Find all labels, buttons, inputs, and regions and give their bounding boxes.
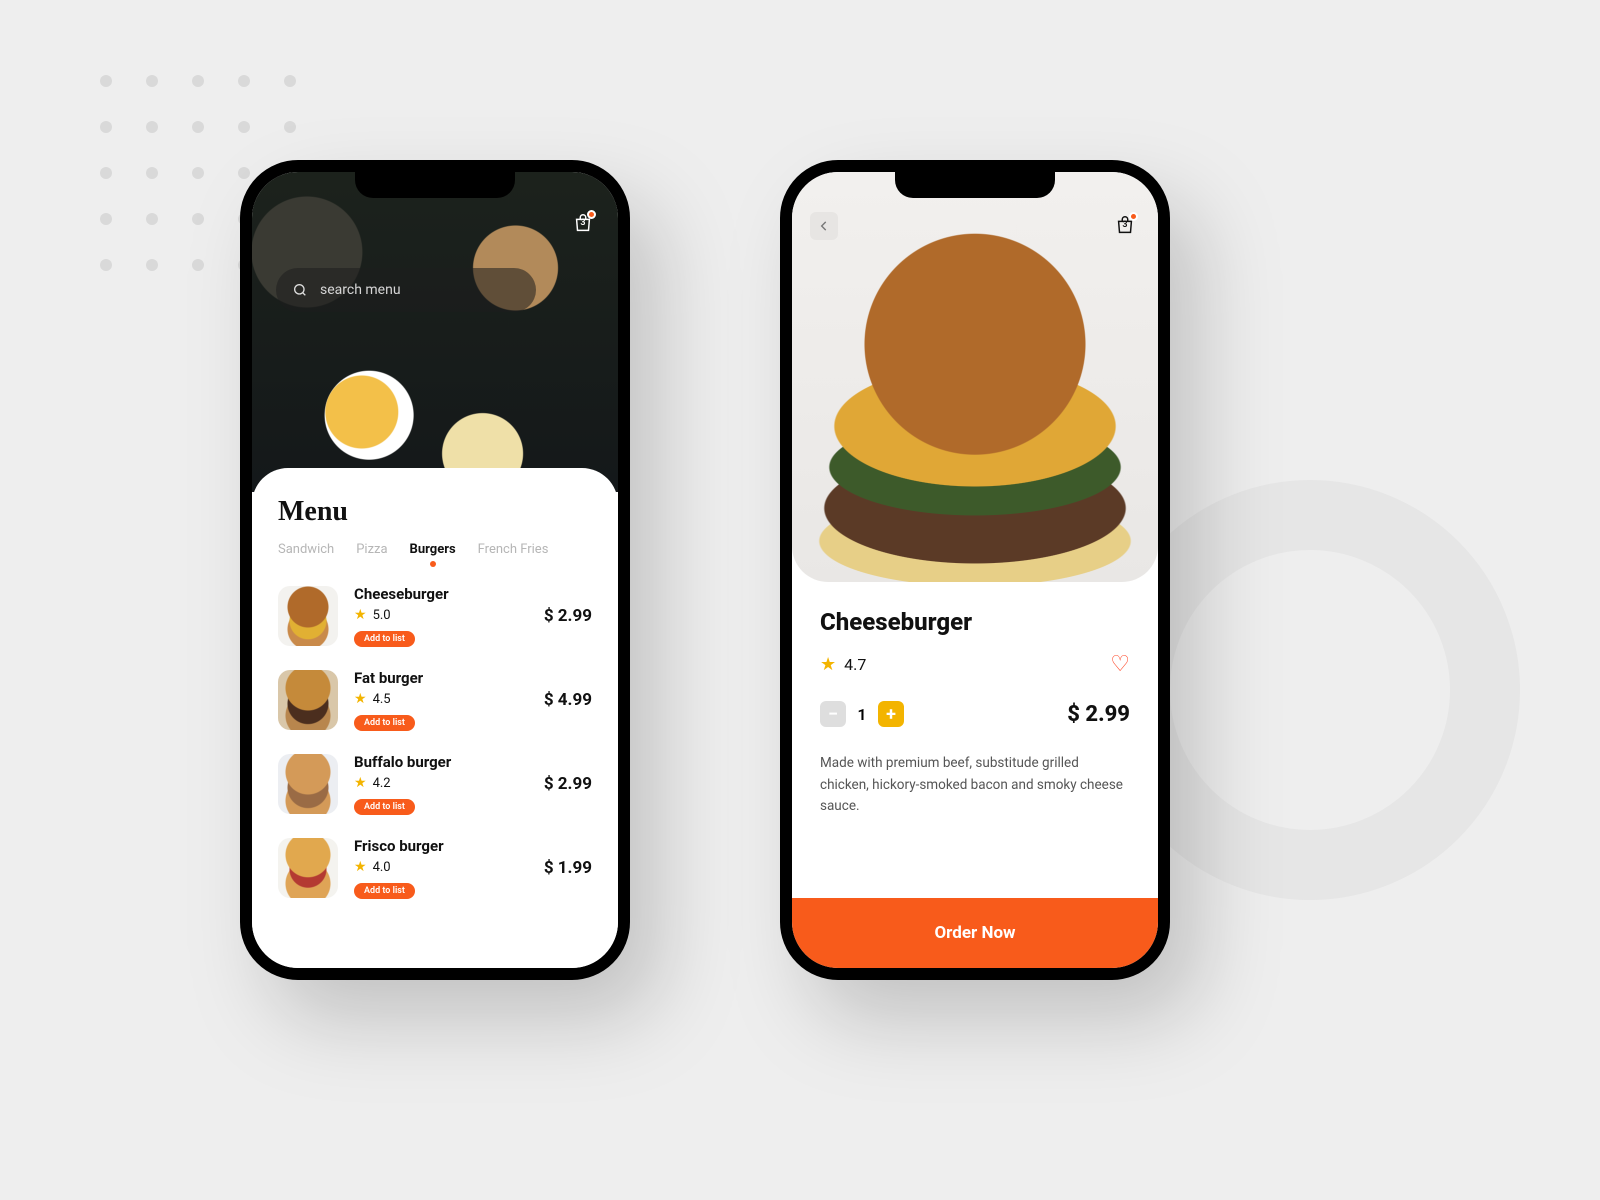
item-meta: Frisco burger ★ 4.0 Add to list bbox=[354, 837, 528, 899]
list-item[interactable]: Buffalo burger ★ 4.2 Add to list $ 2.99 bbox=[278, 753, 592, 815]
item-thumb bbox=[278, 838, 338, 898]
item-meta: Buffalo burger ★ 4.2 Add to list bbox=[354, 753, 528, 815]
qty-increase-button[interactable]: + bbox=[878, 701, 904, 727]
item-name: Buffalo burger bbox=[354, 753, 528, 771]
search-placeholder: search menu bbox=[320, 282, 401, 298]
cart-badge-dot bbox=[1129, 212, 1138, 221]
item-meta: Cheeseburger ★ 5.0 Add to list bbox=[354, 585, 528, 647]
add-to-list-button[interactable]: Add to list bbox=[354, 631, 415, 647]
favorite-button[interactable]: ♡ bbox=[1110, 652, 1130, 677]
cart-badge-dot bbox=[587, 210, 596, 219]
menu-sheet: Menu Sandwich Pizza Burgers French Fries… bbox=[252, 468, 618, 968]
item-thumb bbox=[278, 670, 338, 730]
menu-title: Menu bbox=[278, 496, 592, 528]
item-rating: 4.2 bbox=[373, 776, 391, 791]
cart-button[interactable]: 3 bbox=[1110, 210, 1140, 240]
order-now-button[interactable]: Order Now bbox=[792, 898, 1158, 968]
menu-list: Cheeseburger ★ 5.0 Add to list $ 2.99 Fat… bbox=[278, 585, 592, 899]
star-icon: ★ bbox=[354, 859, 367, 875]
category-tabs: Sandwich Pizza Burgers French Fries bbox=[278, 542, 592, 567]
phone-detail: 3 Cheeseburger ★ 4.7 ♡ − 1 + $ 2.99 Made… bbox=[780, 160, 1170, 980]
item-rating: 5.0 bbox=[373, 608, 391, 623]
tab-pizza[interactable]: Pizza bbox=[356, 542, 387, 567]
quantity-stepper: − 1 + bbox=[820, 701, 904, 727]
item-name: Cheeseburger bbox=[354, 585, 528, 603]
detail-hero-image: 3 bbox=[792, 172, 1158, 582]
menu-hero-image: 3 search menu bbox=[252, 172, 618, 492]
cart-count: 3 bbox=[568, 218, 598, 228]
cart-button[interactable]: 3 bbox=[568, 208, 598, 238]
detail-title: Cheeseburger bbox=[820, 608, 1130, 636]
item-price: $ 2.99 bbox=[544, 774, 592, 794]
detail-body: Cheeseburger ★ 4.7 ♡ − 1 + $ 2.99 Made w… bbox=[792, 582, 1158, 818]
item-name: Frisco burger bbox=[354, 837, 528, 855]
detail-rating: ★ 4.7 bbox=[820, 654, 866, 675]
item-rating: 4.0 bbox=[373, 860, 391, 875]
phone-menu: 3 search menu Menu Sandwich Pizza Burger… bbox=[240, 160, 630, 980]
qty-decrease-button[interactable]: − bbox=[820, 701, 846, 727]
search-icon bbox=[292, 282, 308, 298]
search-input[interactable]: search menu bbox=[276, 268, 536, 312]
add-to-list-button[interactable]: Add to list bbox=[354, 715, 415, 731]
tab-sandwich[interactable]: Sandwich bbox=[278, 542, 334, 567]
list-item[interactable]: Frisco burger ★ 4.0 Add to list $ 1.99 bbox=[278, 837, 592, 899]
item-price: $ 1.99 bbox=[544, 858, 592, 878]
list-item[interactable]: Cheeseburger ★ 5.0 Add to list $ 2.99 bbox=[278, 585, 592, 647]
detail-description: Made with premium beef, substitude grill… bbox=[820, 753, 1130, 818]
tab-french-fries[interactable]: French Fries bbox=[478, 542, 549, 567]
cart-count: 3 bbox=[1110, 220, 1140, 230]
star-icon: ★ bbox=[820, 654, 836, 675]
tab-burgers[interactable]: Burgers bbox=[410, 542, 456, 567]
item-meta: Fat burger ★ 4.5 Add to list bbox=[354, 669, 528, 731]
star-icon: ★ bbox=[354, 607, 367, 623]
chevron-left-icon bbox=[817, 219, 831, 233]
detail-rating-value: 4.7 bbox=[844, 655, 866, 674]
list-item[interactable]: Fat burger ★ 4.5 Add to list $ 4.99 bbox=[278, 669, 592, 731]
detail-price: $ 2.99 bbox=[1067, 702, 1130, 727]
qty-value: 1 bbox=[856, 705, 868, 724]
add-to-list-button[interactable]: Add to list bbox=[354, 883, 415, 899]
star-icon: ★ bbox=[354, 775, 367, 791]
item-name: Fat burger bbox=[354, 669, 528, 687]
item-thumb bbox=[278, 754, 338, 814]
item-rating: 4.5 bbox=[373, 692, 391, 707]
star-icon: ★ bbox=[354, 691, 367, 707]
add-to-list-button[interactable]: Add to list bbox=[354, 799, 415, 815]
item-price: $ 4.99 bbox=[544, 690, 592, 710]
back-button[interactable] bbox=[810, 212, 838, 240]
item-thumb bbox=[278, 586, 338, 646]
item-price: $ 2.99 bbox=[544, 606, 592, 626]
